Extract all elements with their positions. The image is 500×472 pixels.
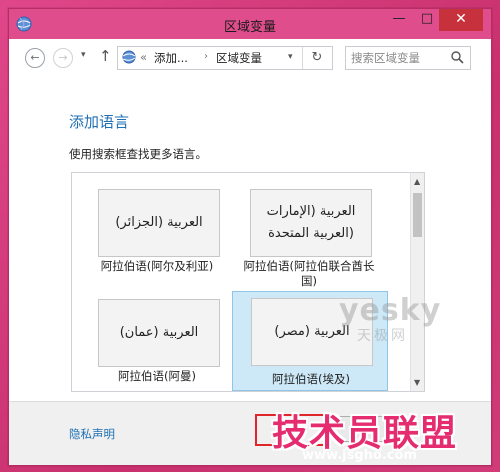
search-input[interactable]: 搜索区域变量 [351, 50, 420, 66]
navigation-bar: ← → ▾ ↑ « 添加... › 区域变量 ▾ ↻ 搜索区域变量 [9, 39, 491, 77]
language-label: 阿拉伯语(埃及) [272, 372, 350, 386]
minimize-button[interactable]: — [385, 9, 413, 31]
scroll-up-icon[interactable]: ▲ [414, 177, 420, 186]
breadcrumb-region-variables[interactable]: 区域变量 [216, 50, 262, 66]
address-bar[interactable]: « 添加... › 区域变量 ▾ ↻ [117, 46, 333, 70]
language-native-name: العربية (عمان) [98, 299, 220, 367]
yesky-watermark: yesky [339, 293, 442, 328]
vertical-scrollbar[interactable]: ▲ ▼ [410, 173, 424, 391]
language-native-name: العربية (الإمارات العربية المتحدة) [250, 189, 372, 257]
title-bar[interactable]: 区域变量 — □ ✕ [9, 9, 491, 39]
language-label: 阿拉伯语(阿曼) [118, 369, 196, 383]
breadcrumb-add[interactable]: 添加... [154, 50, 188, 66]
close-button[interactable]: ✕ [439, 9, 483, 31]
jsgho-url-watermark: www.jsgho.com [302, 448, 417, 463]
yesky-watermark-cn: 天极网 [357, 328, 408, 344]
breadcrumb-separator[interactable]: › [204, 51, 208, 62]
refresh-icon: ↻ [311, 50, 323, 65]
scroll-thumb[interactable] [413, 193, 422, 237]
language-list[interactable]: العربية (الجزائر) 阿拉伯语(阿尔及利亚) العربية (ا… [71, 172, 425, 392]
window: 区域变量 — □ ✕ ← → ▾ ↑ « 添加... › 区域变量 ▾ ↻ 搜索… [8, 8, 492, 466]
language-native-name: العربية (الجزائر) [98, 189, 220, 257]
language-label: 阿拉伯语(阿拉伯联合酋长国) [243, 259, 375, 288]
search-icon[interactable] [450, 50, 464, 64]
privacy-link[interactable]: 隐私声明 [69, 426, 115, 442]
forward-button[interactable]: → [53, 48, 73, 68]
back-button[interactable]: ← [25, 48, 45, 68]
maximize-button[interactable]: □ [413, 9, 441, 31]
instruction-text: 使用搜索框查找更多语言。 [69, 147, 207, 161]
search-box[interactable]: 搜索区域变量 [345, 46, 471, 70]
address-overflow[interactable]: « [140, 50, 147, 64]
language-label: 阿拉伯语(阿尔及利亚) [100, 259, 214, 273]
refresh-button[interactable]: ↻ [302, 47, 331, 69]
up-button[interactable]: ↑ [99, 47, 112, 65]
page-title: 添加语言 [69, 113, 130, 131]
globe-settings-icon [122, 50, 136, 64]
language-tile[interactable]: العربية (الإمارات العربية المتحدة) 阿拉伯语(… [238, 183, 380, 288]
language-tile[interactable]: العربية (الجزائر) 阿拉伯语(阿尔及利亚) [86, 183, 228, 281]
scroll-down-icon[interactable]: ▼ [414, 378, 420, 387]
forward-arrow-icon: → [58, 51, 68, 64]
address-dropdown[interactable]: ▾ [288, 52, 293, 62]
language-tile[interactable]: العربية (عمان) 阿拉伯语(阿曼) [86, 293, 228, 391]
back-arrow-icon: ← [30, 51, 40, 64]
recent-locations-dropdown[interactable]: ▾ [81, 50, 86, 60]
